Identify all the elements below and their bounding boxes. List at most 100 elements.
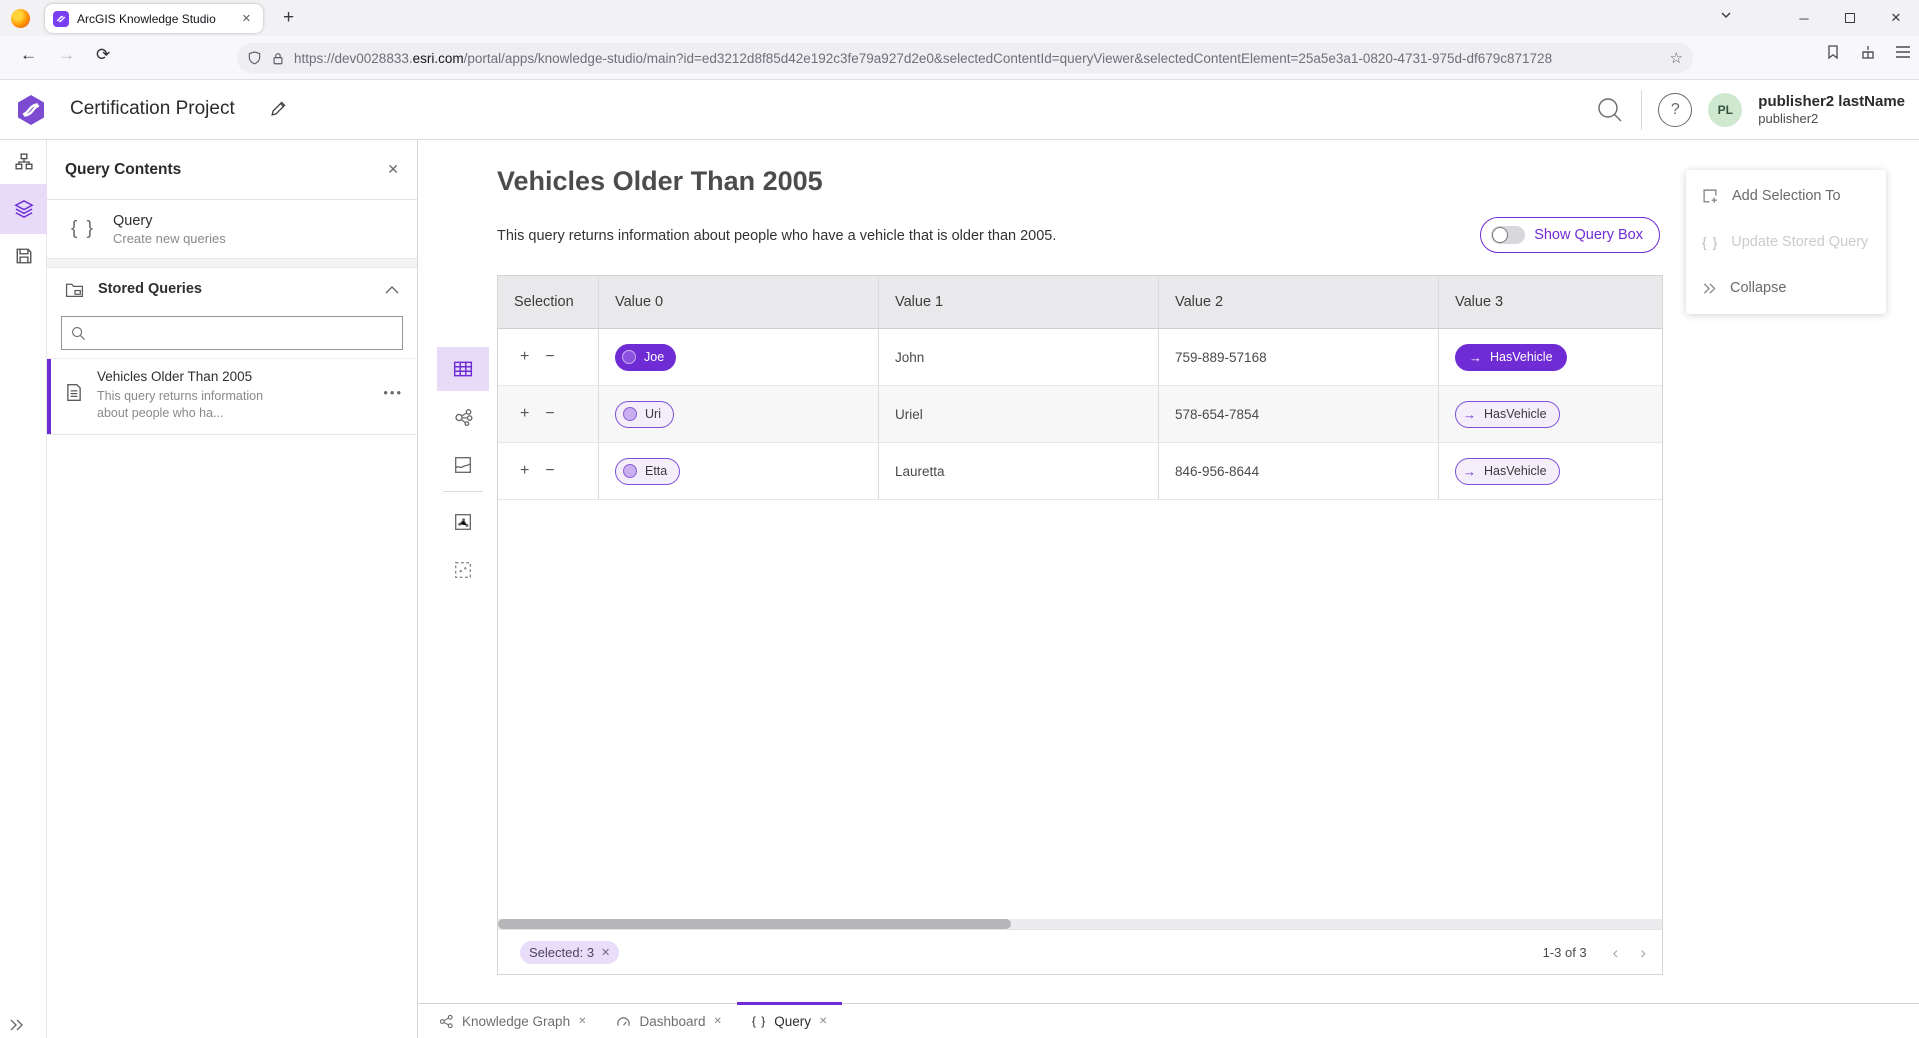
cell-value1[interactable]: Uriel	[879, 386, 1159, 442]
expand-rail-icon[interactable]	[8, 1018, 24, 1032]
user-name: publisher2 lastName	[1758, 93, 1905, 112]
tab-close-icon[interactable]: ✕	[714, 1016, 722, 1027]
link-chart-view-button[interactable]	[437, 395, 489, 439]
query-viewer-main: Vehicles Older Than 2005 This query retu…	[418, 140, 1919, 1038]
cell-value2[interactable]: 578-654-7854	[1159, 386, 1439, 442]
user-info[interactable]: publisher2 lastName publisher2	[1758, 93, 1905, 128]
sidebar-item-layers[interactable]	[0, 184, 47, 234]
extensions-icon[interactable]	[1860, 44, 1876, 60]
help-icon[interactable]: ?	[1658, 93, 1692, 127]
scrollbar-thumb[interactable]	[498, 919, 1011, 929]
query-results-table: Selection Value 0 Value 1 Value 2 Value …	[497, 275, 1663, 975]
browser-tab[interactable]: ArcGIS Knowledge Studio ✕	[45, 4, 263, 33]
entity-pill[interactable]: Uri	[615, 401, 674, 428]
menu-item-collapse[interactable]: Collapse	[1686, 265, 1886, 311]
add-to-selection-icon[interactable]: +	[520, 405, 529, 423]
add-to-selection-icon[interactable]: +	[520, 462, 529, 480]
add-to-selection-icon[interactable]: +	[520, 348, 529, 366]
column-header-selection[interactable]: Selection	[498, 276, 599, 328]
panel-close-icon[interactable]: ✕	[387, 161, 399, 178]
forward-button[interactable]: →	[58, 45, 75, 65]
lock-icon[interactable]	[271, 51, 285, 66]
sidebar-item-save[interactable]	[0, 234, 47, 278]
browser-navbar: ← → ⟳ https://dev0028833.esri.com/portal…	[0, 36, 1919, 80]
table-view-button[interactable]	[437, 347, 489, 391]
new-query-item[interactable]: { } Query Create new queries	[47, 200, 417, 258]
url-text: https://dev0028833.esri.com/portal/apps/…	[294, 51, 1662, 66]
table-row[interactable]: +− Etta Lauretta 846-956-8644 →HasVehicl…	[498, 443, 1662, 500]
sidebar-item-data-model[interactable]	[0, 140, 47, 184]
clear-selection-icon[interactable]: ✕	[601, 946, 610, 959]
tab-close-icon[interactable]: ✕	[238, 10, 255, 27]
remove-from-selection-icon[interactable]: −	[545, 348, 554, 366]
minimize-button[interactable]: ─	[1781, 11, 1827, 26]
column-header-value3[interactable]: Value 3	[1439, 276, 1662, 328]
url-bar[interactable]: https://dev0028833.esri.com/portal/apps/…	[237, 43, 1693, 73]
avatar[interactable]: PL	[1708, 93, 1742, 127]
entity-pill[interactable]: Etta	[615, 458, 680, 485]
query-contents-panel: Query Contents ✕ { } Query Create new qu…	[47, 140, 418, 1038]
tab-list-chevron-icon[interactable]	[1719, 8, 1733, 22]
new-tab-button[interactable]: +	[283, 7, 294, 29]
show-query-box-toggle[interactable]: Show Query Box	[1480, 217, 1660, 253]
reload-button[interactable]: ⟳	[96, 45, 110, 65]
cell-value2[interactable]: 846-956-8644	[1159, 443, 1439, 499]
back-button[interactable]: ←	[20, 45, 37, 65]
cell-value1[interactable]: Lauretta	[879, 443, 1159, 499]
edit-title-pencil-icon[interactable]	[270, 100, 287, 117]
maximize-button[interactable]	[1827, 11, 1873, 26]
table-row[interactable]: +− Joe John 759-889-57168 →HasVehicle	[498, 329, 1662, 386]
arrow-right-icon: →	[1469, 350, 1482, 365]
app-menu-icon[interactable]	[1895, 45, 1911, 59]
search-icon[interactable]	[1595, 95, 1625, 125]
relationship-pill[interactable]: →HasVehicle	[1455, 401, 1560, 428]
next-page-icon[interactable]: ›	[1640, 943, 1646, 963]
arrow-right-icon: →	[1463, 464, 1476, 479]
stored-query-item[interactable]: Vehicles Older Than 2005 This query retu…	[47, 358, 417, 435]
table-row[interactable]: +− Uri Uriel 578-654-7854 →HasVehicle	[498, 386, 1662, 443]
stored-queries-search[interactable]	[61, 316, 403, 350]
chart-view-button[interactable]	[437, 500, 489, 544]
selected-count-chip[interactable]: Selected: 3✕	[520, 941, 619, 964]
remove-from-selection-icon[interactable]: −	[545, 462, 554, 480]
menu-item-add-selection-to[interactable]: Add Selection To	[1686, 173, 1886, 219]
column-header-value1[interactable]: Value 1	[879, 276, 1159, 328]
horizontal-scrollbar[interactable]	[498, 919, 1662, 929]
search-input[interactable]	[93, 326, 393, 341]
braces-icon: { }	[71, 218, 95, 240]
tab-close-icon[interactable]: ✕	[819, 1016, 827, 1027]
browser-window: ArcGIS Knowledge Studio ✕ + ─ ✕ ← → ⟳ ht…	[0, 0, 1919, 1038]
remove-from-selection-icon[interactable]: −	[545, 405, 554, 423]
prev-page-icon[interactable]: ‹	[1613, 943, 1619, 963]
entity-dot-icon	[622, 350, 636, 364]
column-header-value0[interactable]: Value 0	[599, 276, 879, 328]
stored-queries-header[interactable]: Stored Queries	[47, 268, 417, 310]
table-empty-area	[498, 500, 1662, 919]
entity-pill[interactable]: Joe	[615, 344, 676, 371]
relationship-pill[interactable]: →HasVehicle	[1455, 344, 1567, 371]
view-toolbar	[437, 347, 489, 596]
panel-title: Query Contents	[65, 161, 387, 179]
tab-close-icon[interactable]: ✕	[578, 1016, 586, 1027]
relationship-pill[interactable]: →HasVehicle	[1455, 458, 1560, 485]
table-header-row: Selection Value 0 Value 1 Value 2 Value …	[498, 276, 1662, 329]
item-options-icon[interactable]: •••	[383, 385, 403, 422]
tab-knowledge-graph[interactable]: Knowledge Graph ✕	[424, 1004, 601, 1038]
tab-dashboard[interactable]: Dashboard ✕	[601, 1004, 736, 1038]
bookmark-star-icon[interactable]: ☆	[1670, 49, 1683, 67]
column-header-value2[interactable]: Value 2	[1159, 276, 1439, 328]
chevron-up-icon[interactable]	[385, 285, 399, 294]
shield-icon[interactable]	[247, 50, 262, 66]
map-view-button[interactable]	[437, 443, 489, 487]
cell-value1[interactable]: John	[879, 329, 1159, 385]
pocket-icon[interactable]	[1825, 44, 1841, 60]
selection-tool-button[interactable]	[437, 548, 489, 592]
cell-value2[interactable]: 759-889-57168	[1159, 329, 1439, 385]
table-footer: Selected: 3✕ 1-3 of 3 ‹ ›	[498, 929, 1662, 975]
stored-query-title: Vehicles Older Than 2005	[97, 369, 272, 384]
tab-query[interactable]: { } Query ✕	[737, 1004, 843, 1038]
browser-titlebar: ArcGIS Knowledge Studio ✕ + ─ ✕	[0, 0, 1919, 36]
menu-item-update-stored-query[interactable]: { } Update Stored Query	[1686, 219, 1886, 265]
firefox-icon[interactable]	[11, 9, 30, 28]
close-button[interactable]: ✕	[1873, 10, 1919, 26]
